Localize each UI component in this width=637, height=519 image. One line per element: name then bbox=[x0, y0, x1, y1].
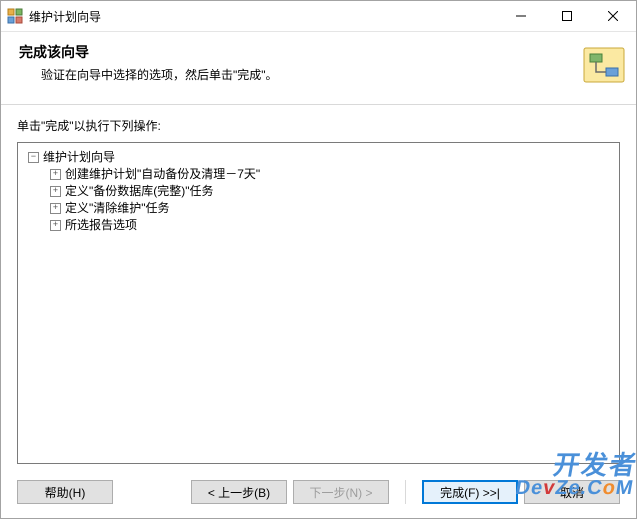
cancel-button[interactable]: 取消 bbox=[524, 480, 620, 504]
tree-item[interactable]: + 定义"备份数据库(完整)"任务 bbox=[24, 183, 613, 200]
tree-item-label: 创建维护计划"自动备份及清理－7天" bbox=[65, 166, 260, 183]
nav-button-row: < 上一步(B) 下一步(N) > 完成(F) >>| 取消 bbox=[191, 480, 620, 504]
wizard-header-text: 完成该向导 验证在向导中选择的选项，然后单击"完成"。 bbox=[15, 42, 574, 83]
wizard-body: 单击"完成"以执行下列操作: − 维护计划向导 + 创建维护计划"自动备份及清理… bbox=[1, 105, 636, 470]
collapse-toggle-icon[interactable]: − bbox=[28, 152, 39, 163]
instruction-text: 单击"完成"以执行下列操作: bbox=[17, 117, 620, 134]
expand-toggle-icon[interactable]: + bbox=[50, 186, 61, 197]
tree-item-label: 所选报告选项 bbox=[65, 217, 137, 234]
wizard-header-title: 完成该向导 bbox=[15, 42, 574, 62]
window-controls bbox=[498, 1, 636, 31]
wizard-window: 维护计划向导 完成该向导 验证在向导中选择的选项，然后单击"完成"。 bbox=[0, 0, 637, 519]
app-icon bbox=[7, 8, 23, 24]
window-title: 维护计划向导 bbox=[29, 8, 101, 25]
maximize-button[interactable] bbox=[544, 1, 590, 31]
next-button-label: 下一步(N) > bbox=[309, 484, 372, 501]
tree-item[interactable]: + 所选报告选项 bbox=[24, 217, 613, 234]
tree-item-label: 定义"清除维护"任务 bbox=[65, 200, 170, 217]
titlebar: 维护计划向导 bbox=[1, 1, 636, 32]
wizard-header: 完成该向导 验证在向导中选择的选项，然后单击"完成"。 bbox=[1, 32, 636, 105]
wizard-footer: 帮助(H) < 上一步(B) 下一步(N) > 完成(F) >>| 取消 bbox=[1, 470, 636, 518]
wizard-header-subtitle: 验证在向导中选择的选项，然后单击"完成"。 bbox=[15, 62, 574, 83]
back-button-label: < 上一步(B) bbox=[208, 484, 270, 501]
expand-toggle-icon[interactable]: + bbox=[50, 203, 61, 214]
cancel-button-label: 取消 bbox=[560, 484, 584, 501]
help-button[interactable]: 帮助(H) bbox=[17, 480, 113, 504]
tree-root-label: 维护计划向导 bbox=[43, 149, 115, 166]
tree-item-label: 定义"备份数据库(完整)"任务 bbox=[65, 183, 214, 200]
expand-toggle-icon[interactable]: + bbox=[50, 220, 61, 231]
back-button[interactable]: < 上一步(B) bbox=[191, 480, 287, 504]
expand-toggle-icon[interactable]: + bbox=[50, 169, 61, 180]
finish-button-label: 完成(F) >>| bbox=[440, 484, 500, 501]
help-button-label: 帮助(H) bbox=[45, 484, 86, 501]
next-button: 下一步(N) > bbox=[293, 480, 389, 504]
button-separator bbox=[405, 480, 406, 504]
minimize-button[interactable] bbox=[498, 1, 544, 31]
summary-tree[interactable]: − 维护计划向导 + 创建维护计划"自动备份及清理－7天" + 定义"备份数据库… bbox=[17, 142, 620, 464]
tree-item[interactable]: + 定义"清除维护"任务 bbox=[24, 200, 613, 217]
tree-item[interactable]: + 创建维护计划"自动备份及清理－7天" bbox=[24, 166, 613, 183]
wizard-header-icon bbox=[580, 42, 628, 90]
finish-button[interactable]: 完成(F) >>| bbox=[422, 480, 518, 504]
close-button[interactable] bbox=[590, 1, 636, 31]
tree-root[interactable]: − 维护计划向导 bbox=[24, 149, 613, 166]
